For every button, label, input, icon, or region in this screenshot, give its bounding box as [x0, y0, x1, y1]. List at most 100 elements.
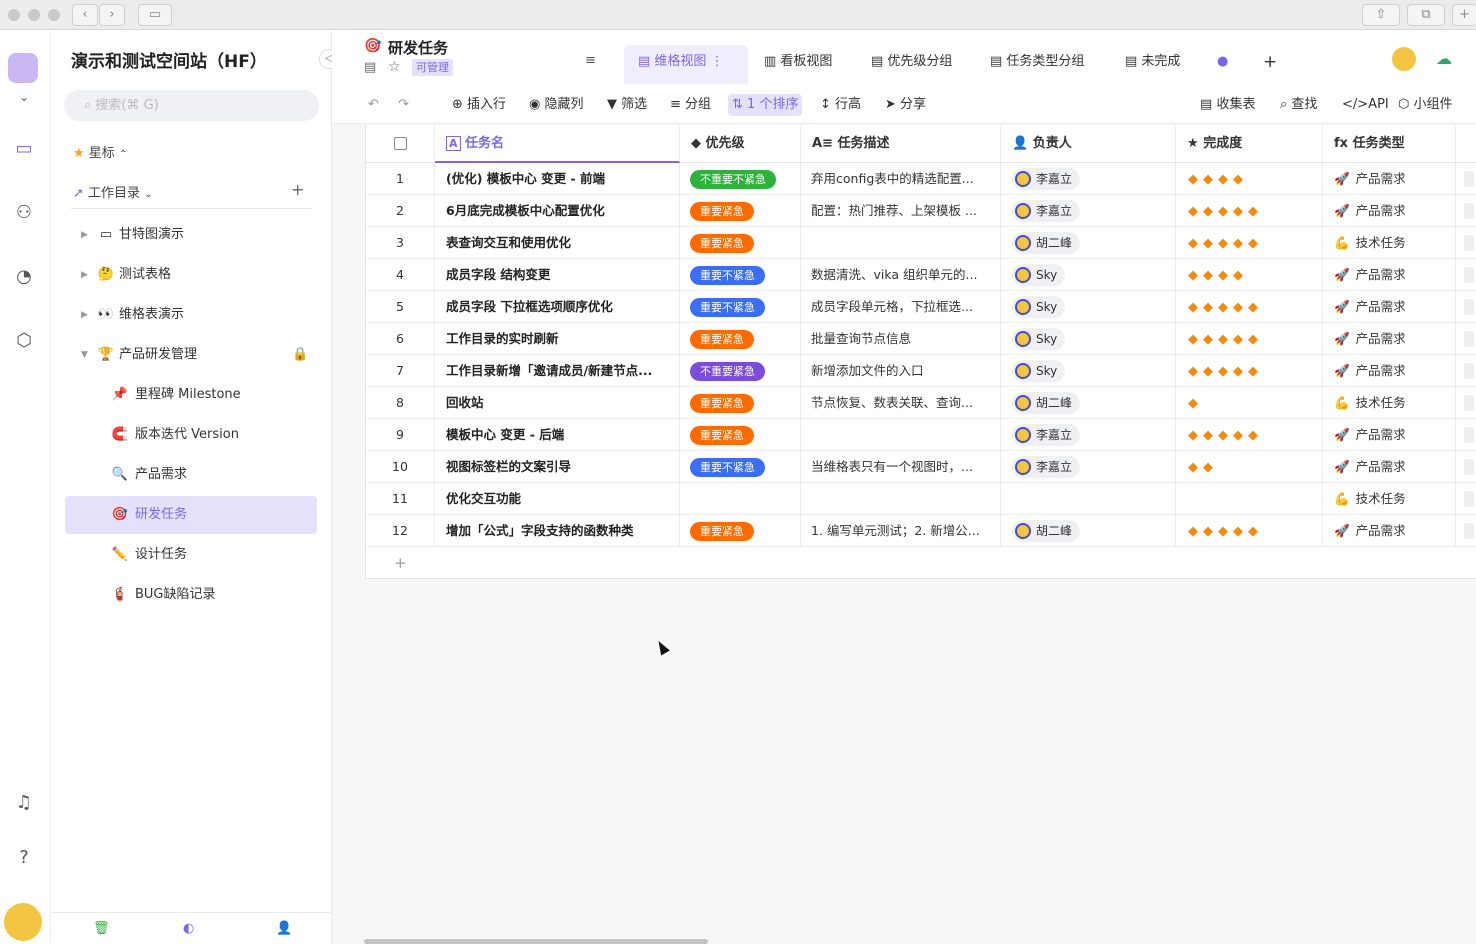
task-name-cell[interactable]: 增加「公式」字段支持的函数种类 — [435, 515, 680, 547]
description-cell[interactable]: 1. 编写单元测试；2. 新增公... — [801, 515, 1001, 547]
overflow-cell[interactable] — [1456, 227, 1476, 259]
add-row-button[interactable]: + — [366, 547, 1476, 579]
task-name-cell[interactable]: 回收站 — [435, 387, 680, 419]
search-input[interactable]: ⌕ 搜索(⌘ G) — [64, 90, 319, 121]
priority-cell[interactable]: 重要紧急 — [680, 227, 801, 259]
column-header-owner[interactable]: 👤 负责人 — [1001, 125, 1176, 163]
add-node-button[interactable]: + — [291, 180, 304, 199]
priority-cell[interactable]: 重要紧急 — [680, 387, 801, 419]
table-row[interactable]: 9 模板中心 变更 - 后端 重要紧急 李嘉立 ◆◆◆◆◆ 🚀 产品需求 — [366, 419, 1476, 451]
rating-cell[interactable]: ◆◆◆◆◆ — [1176, 291, 1323, 323]
rating-cell[interactable]: ◆ — [1176, 387, 1323, 419]
tab-kanban-view[interactable]: ▥ 看板视图 — [764, 45, 832, 84]
description-cell[interactable]: 批量查询节点信息 — [801, 323, 1001, 355]
horizontal-scrollbar[interactable] — [364, 939, 708, 944]
overflow-cell[interactable] — [1456, 355, 1476, 387]
type-cell[interactable]: 🚀 产品需求 — [1323, 451, 1456, 483]
overflow-cell[interactable] — [1456, 259, 1476, 291]
type-cell[interactable]: 🚀 产品需求 — [1323, 419, 1456, 451]
filter-button[interactable]: ▼ 筛选 — [607, 94, 647, 116]
description-cell[interactable]: 数据清洗、vika 组织单元的... — [801, 259, 1001, 291]
tab-grid-view[interactable]: ▤ 维格视图 ⋮ — [624, 45, 748, 84]
table-row[interactable]: 3 表查询交互和使用优化 重要紧急 胡二峰 ◆◆◆◆◆ 💪 技术任务 — [366, 227, 1476, 259]
view-list-toggle-icon[interactable]: ≡ — [585, 53, 596, 68]
overflow-cell[interactable] — [1456, 387, 1476, 419]
catalog-section[interactable]: ➚ 工作目录 ⌄ — [73, 182, 153, 201]
share-button[interactable]: ➤ 分享 — [885, 94, 926, 116]
sort-button[interactable]: ⇅ 1 个排序 — [728, 94, 803, 116]
table-row[interactable]: 6 工作目录的实时刷新 重要紧急 批量查询节点信息 Sky ◆◆◆◆◆ 🚀 产品需求 — [366, 323, 1476, 355]
type-cell[interactable]: 💪 技术任务 — [1323, 387, 1456, 419]
tab-unfinished[interactable]: ▤ 未完成 — [1125, 45, 1180, 84]
priority-cell[interactable]: 重要不紧急 — [680, 451, 801, 483]
priority-cell[interactable]: 不重要不紧急 — [680, 163, 801, 195]
new-tab-button[interactable]: + — [1452, 4, 1476, 26]
table-row[interactable]: 4 成员字段 结构变更 重要不紧急 数据清洗、vika 组织单元的... Sky ◆◆◆◆… — [366, 259, 1476, 291]
table-row[interactable]: 2 6月底完成模板中心配置优化 重要紧急 配置：热门推荐、上架模板 ... 李嘉立 ◆◆◆… — [366, 195, 1476, 227]
table-row[interactable]: 5 成员字段 下拉框选项顺序优化 重要不紧急 成员字段单元格，下拉框选... Sky ◆◆… — [366, 291, 1476, 323]
form-button[interactable]: ▤ 收集表 — [1200, 94, 1255, 116]
priority-cell[interactable]: 重要紧急 — [680, 515, 801, 547]
owner-cell[interactable]: Sky — [1001, 259, 1176, 291]
type-cell[interactable]: 🚀 产品需求 — [1323, 195, 1456, 227]
rating-cell[interactable]: ◆◆ — [1176, 451, 1323, 483]
bell-icon[interactable]: ♫ — [12, 791, 36, 815]
sidebar-item-7[interactable]: 🔍 产品需求 — [65, 456, 317, 494]
overflow-cell[interactable] — [1456, 419, 1476, 451]
group-button[interactable]: ≡ 分组 — [670, 94, 711, 116]
sidebar-item-9[interactable]: ✏️ 设计任务 — [65, 536, 317, 574]
description-cell[interactable]: 节点恢复、数表关联、查询... — [801, 387, 1001, 419]
sidebar-item-8[interactable]: 🎯 研发任务 — [65, 496, 317, 534]
caret-down-icon[interactable]: ▼ — [81, 336, 88, 374]
type-cell[interactable]: 🚀 产品需求 — [1323, 355, 1456, 387]
task-name-cell[interactable]: (优化) 模板中心 变更 - 前端 — [435, 163, 680, 195]
task-name-cell[interactable]: 工作目录的实时刷新 — [435, 323, 680, 355]
rating-cell[interactable]: ◆◆◆◆◆ — [1176, 419, 1323, 451]
description-cell[interactable] — [801, 483, 1001, 515]
template-planet-icon[interactable]: ◐ — [183, 921, 194, 936]
rating-cell[interactable]: ◆◆◆◆◆ — [1176, 515, 1323, 547]
table-row[interactable]: 12 增加「公式」字段支持的函数种类 重要紧急 1. 编写单元测试；2. 新增公...… — [366, 515, 1476, 547]
priority-cell[interactable]: 不重要紧急 — [680, 355, 801, 387]
sidebar-item-2[interactable]: ▶ 🤔 测试表格 — [65, 256, 317, 294]
owner-cell[interactable]: 李嘉立 — [1001, 419, 1176, 451]
planet-icon[interactable]: ◔ — [12, 265, 36, 289]
table-row[interactable]: 10 视图标签栏的文案引导 重要不紧急 当维格表只有一个视图时，... 李嘉立 ◆◆ 🚀 产品… — [366, 451, 1476, 483]
tab-type-group[interactable]: ▤ 任务类型分组 — [990, 45, 1084, 84]
share-window-button[interactable]: ⇧ — [1362, 4, 1400, 26]
workbench-icon[interactable]: ▭ — [12, 137, 36, 161]
overflow-cell[interactable] — [1456, 451, 1476, 483]
tab-priority-group[interactable]: ▤ 优先级分组 — [871, 45, 952, 84]
sidebar-item-1[interactable]: ▶ ▭ 甘特图演示 — [65, 216, 317, 254]
description-cell[interactable]: 弃用config表中的精选配置... — [801, 163, 1001, 195]
rating-cell[interactable]: ◆◆◆◆◆ — [1176, 227, 1323, 259]
task-name-cell[interactable]: 优化交互功能 — [435, 483, 680, 515]
owner-cell[interactable] — [1001, 483, 1176, 515]
type-cell[interactable]: 💪 技术任务 — [1323, 483, 1456, 515]
table-row[interactable]: 1 (优化) 模板中心 变更 - 前端 不重要不紧急 弃用config表中的精选配置.… — [366, 163, 1476, 195]
overflow-cell[interactable] — [1456, 163, 1476, 195]
overflow-cell[interactable] — [1456, 291, 1476, 323]
sidebar-item-5[interactable]: 📌 里程碑 Milestone — [65, 376, 317, 414]
overflow-cell[interactable] — [1456, 483, 1476, 515]
sidebar-item-3[interactable]: ▶ 👀 维格表演示 — [65, 296, 317, 334]
add-view-button[interactable]: + — [1263, 45, 1277, 84]
description-cell[interactable]: 新增添加文件的入口 — [801, 355, 1001, 387]
zoom-window-button[interactable] — [48, 9, 60, 21]
caret-right-icon[interactable]: ▶ — [81, 216, 88, 254]
type-cell[interactable]: 🚀 产品需求 — [1323, 323, 1456, 355]
robot-icon[interactable]: ☁ — [1436, 49, 1452, 68]
redo-icon[interactable]: ↷ — [398, 94, 409, 116]
sidebar-item-6[interactable]: 🧲 版本迭代 Version — [65, 416, 317, 454]
forward-button[interactable]: › — [99, 4, 125, 26]
rating-cell[interactable]: ◆◆◆◆◆ — [1176, 355, 1323, 387]
favorite-star-icon[interactable]: ☆ — [388, 59, 401, 75]
column-header-priority[interactable]: ◆ 优先级 — [680, 125, 801, 163]
select-all-checkbox[interactable] — [366, 125, 435, 163]
invite-member-icon[interactable]: 👤 — [276, 921, 292, 936]
description-icon[interactable]: ▤ — [364, 60, 376, 75]
column-header-overflow[interactable] — [1456, 125, 1476, 163]
type-cell[interactable]: 🚀 产品需求 — [1323, 163, 1456, 195]
priority-cell[interactable]: 重要不紧急 — [680, 291, 801, 323]
owner-cell[interactable]: 李嘉立 — [1001, 451, 1176, 483]
